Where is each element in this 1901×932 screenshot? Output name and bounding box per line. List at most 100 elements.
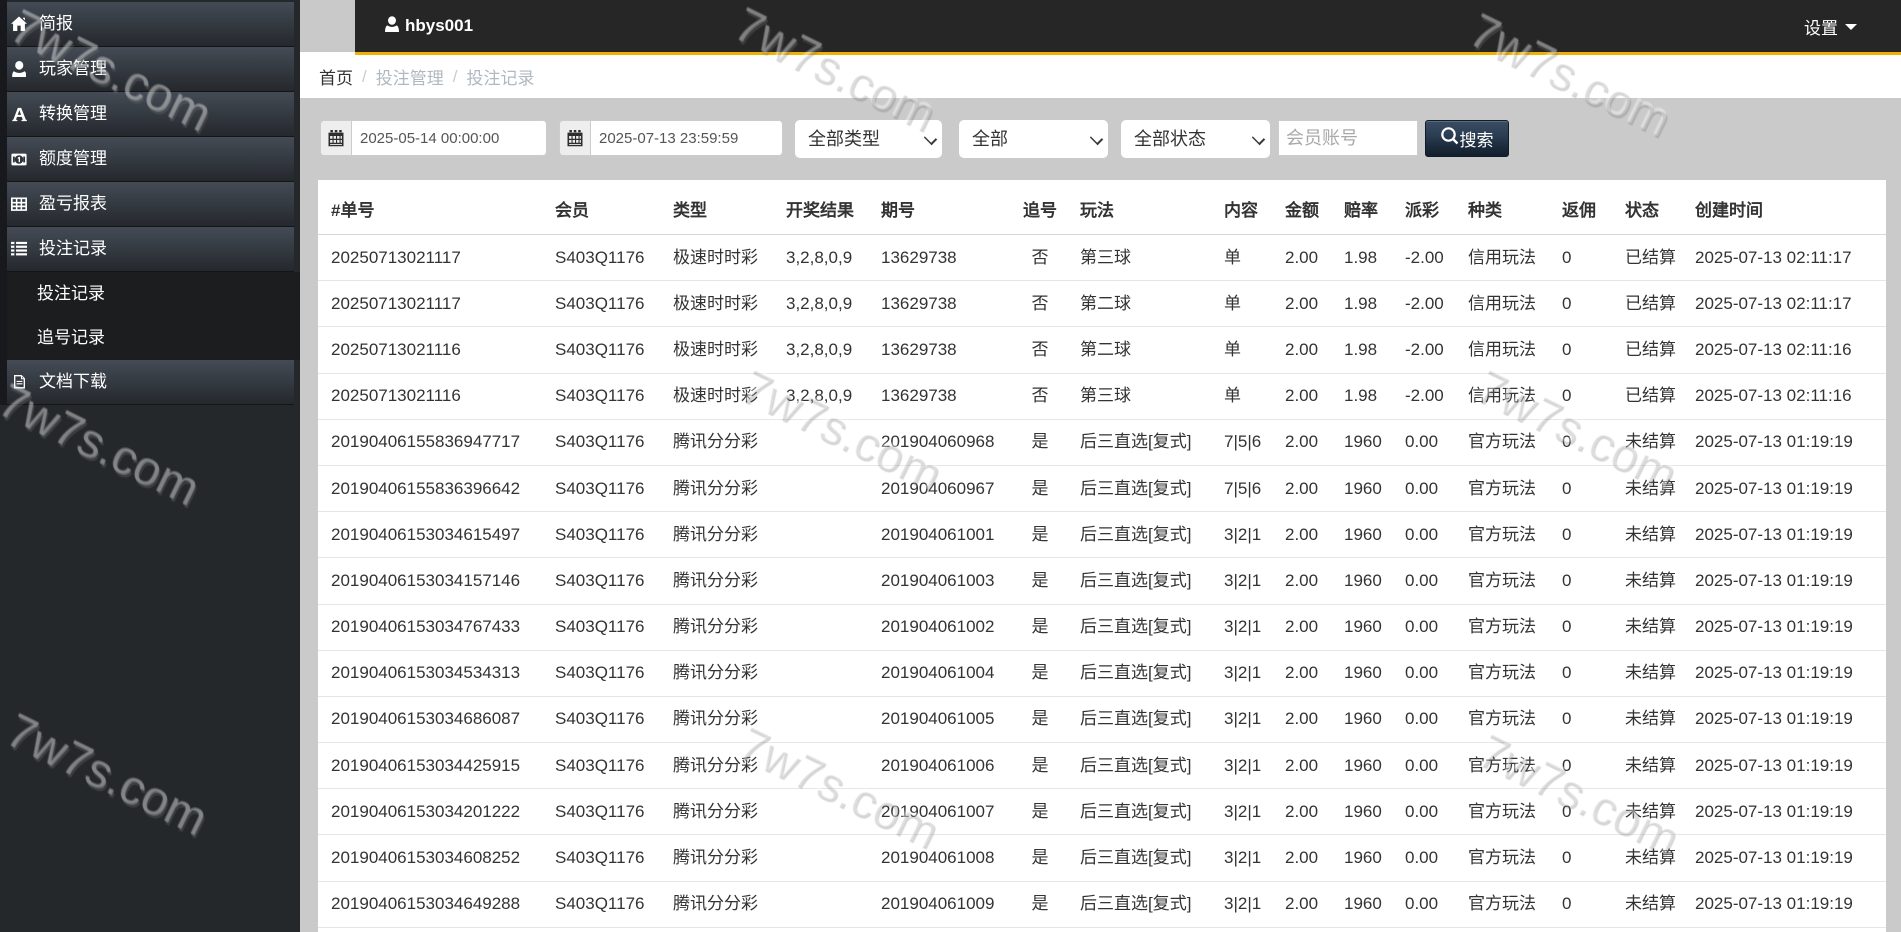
topbar-dark: hbys001 设置: [355, 0, 1901, 55]
table-row: 20190406153034201222 S403Q1176 腾讯分分彩 201904…: [318, 788, 1886, 835]
cell-5: 201904061006: [873, 742, 1008, 789]
cell-6: 是: [1008, 742, 1072, 789]
cell-15: 2025-07-13 01:19:19: [1687, 834, 1886, 882]
cell-8: 3|2|1: [1216, 603, 1277, 651]
cell-8: 3|2|1: [1216, 511, 1277, 558]
cell-7: 后三直选[复式]: [1072, 557, 1216, 604]
cell-6: 是: [1008, 695, 1072, 743]
cell-2: S403Q1176: [547, 880, 665, 928]
cell-7: 后三直选[复式]: [1072, 834, 1216, 882]
cell-14: 未结算: [1617, 603, 1687, 651]
cell-10: 1960: [1336, 880, 1397, 928]
cell-5: 201904061008: [873, 834, 1008, 882]
cell-15: 2025-07-13 01:19:19: [1687, 742, 1886, 789]
cell-3: 腾讯分分彩: [665, 464, 778, 512]
calendar-icon[interactable]: [559, 120, 590, 156]
calendar-icon[interactable]: [320, 120, 351, 156]
cell-15: 2025-07-13 02:11:17: [1695, 247, 1852, 267]
cell-3: 极速时时彩: [673, 247, 758, 267]
sidebar-item-3[interactable]: 转换管理: [7, 92, 294, 137]
cell-5: 201904060968: [873, 418, 1008, 466]
sidebar-subitem-2[interactable]: 追号记录: [7, 316, 300, 360]
cell-7: 后三直选[复式]: [1072, 418, 1216, 466]
cell-11: 0.00: [1397, 834, 1460, 882]
cell-11: 0.00: [1397, 557, 1460, 604]
cell-13: 0: [1554, 280, 1617, 327]
cell-15: 2025-07-13 01:19:19: [1687, 557, 1886, 604]
table-row: 20190406153034686087 S403Q1176 腾讯分分彩 201904…: [318, 695, 1886, 743]
cell-15: 2025-07-13 01:19:19: [1687, 649, 1886, 697]
sidebar-item-label: 投注记录: [39, 239, 107, 258]
breadcrumb-page[interactable]: 投注记录: [466, 64, 534, 89]
cell-14: 已结算: [1617, 326, 1687, 374]
cell-10: 1960: [1336, 695, 1397, 743]
cell-6: 是: [1008, 834, 1072, 882]
cell-3: 腾讯分分彩: [665, 557, 778, 604]
main-area: hbys001 设置 首页 / 投注管理 / 投注记录 全部类型: [300, 0, 1901, 932]
cell-1: 20250713021116: [318, 326, 547, 374]
sidebar-subitem-1[interactable]: 投注记录: [7, 272, 300, 316]
table-row: 20190406153034615497 S403Q1176 腾讯分分彩 201904…: [318, 511, 1886, 558]
date-to-input[interactable]: [590, 120, 783, 156]
user-menu[interactable]: hbys001: [385, 15, 474, 37]
sidebar-item-label: 转换管理: [39, 104, 107, 123]
cell-9: 2.00: [1277, 880, 1336, 928]
sidebar-item-5[interactable]: 盈亏报表: [7, 182, 294, 227]
sidebar-item-2[interactable]: 玩家管理: [7, 47, 294, 92]
breadcrumb-section[interactable]: 投注管理: [376, 64, 444, 89]
cell-3: 极速时时彩: [665, 280, 778, 327]
settings-menu[interactable]: 设置: [1804, 14, 1857, 39]
credit-icon: [11, 152, 27, 167]
column-header-3: 类型: [665, 180, 778, 235]
date-from-group: [320, 120, 547, 156]
column-header-11: 派彩: [1397, 180, 1460, 235]
cell-2: S403Q1176: [547, 834, 665, 882]
cell-3: 腾讯分分彩: [665, 649, 778, 697]
cell-6: 否: [1008, 280, 1072, 327]
cell-7: 后三直选[复式]: [1072, 464, 1216, 512]
cell-12: 官方玩法: [1460, 742, 1554, 789]
sidebar-item-7[interactable]: 文档下载: [7, 360, 294, 405]
cell-3: 腾讯分分彩: [665, 834, 778, 882]
sidebar-item-4[interactable]: 额度管理: [7, 137, 294, 182]
filter-bar: 全部类型 全部 全部状态 搜索: [320, 120, 1901, 158]
cell-15: 2025-07-13 01:19:19: [1687, 418, 1886, 466]
cell-8: 3|2|1: [1216, 649, 1277, 697]
cell-5: 13629738: [873, 326, 1008, 374]
cell-6: 是: [1008, 880, 1072, 928]
topbar: hbys001 设置: [300, 0, 1901, 55]
type-select[interactable]: 全部类型: [795, 120, 942, 158]
cell-4: 3,2,8,0,9: [778, 372, 873, 420]
lottery-select[interactable]: 全部: [959, 120, 1108, 158]
sidebar-item-1[interactable]: 简报: [7, 2, 294, 47]
search-button[interactable]: 搜索: [1425, 120, 1509, 157]
cell-3: 腾讯分分彩: [665, 695, 778, 743]
cell-5: 201904060967: [873, 464, 1008, 512]
list-icon: [11, 241, 27, 256]
sidebar-item-6[interactable]: 投注记录: [7, 227, 294, 272]
cell-1: 20190406153034608252: [318, 834, 547, 882]
cell-10: 1960: [1336, 511, 1397, 558]
cell-8: 单: [1216, 372, 1277, 420]
search-icon: [1440, 127, 1460, 150]
cell-1: 20190406155836947717: [318, 418, 547, 466]
cell-1: 20190406155836396642: [318, 464, 547, 512]
cell-14: 未结算: [1617, 464, 1687, 512]
account-input[interactable]: [1278, 120, 1418, 156]
cell-2: S403Q1176: [547, 695, 665, 743]
cell-5: 201904061007: [873, 788, 1008, 835]
column-header-9: 金额: [1277, 180, 1336, 235]
cell-13: 0: [1554, 649, 1617, 697]
status-select[interactable]: 全部状态: [1121, 120, 1270, 158]
cell-12: 官方玩法: [1460, 464, 1554, 512]
username: hbys001: [405, 16, 474, 35]
cell-5: 13629738: [881, 247, 957, 267]
cell-4: 3,2,8,0,9: [778, 326, 873, 374]
cell-12: 官方玩法: [1460, 649, 1554, 697]
cell-9: 2.00: [1277, 788, 1336, 835]
home-icon: [11, 16, 27, 32]
cell-13: 0: [1554, 603, 1617, 651]
cell-2: S403Q1176: [547, 280, 665, 327]
breadcrumb-home[interactable]: 首页: [319, 64, 353, 89]
date-from-input[interactable]: [351, 120, 547, 156]
